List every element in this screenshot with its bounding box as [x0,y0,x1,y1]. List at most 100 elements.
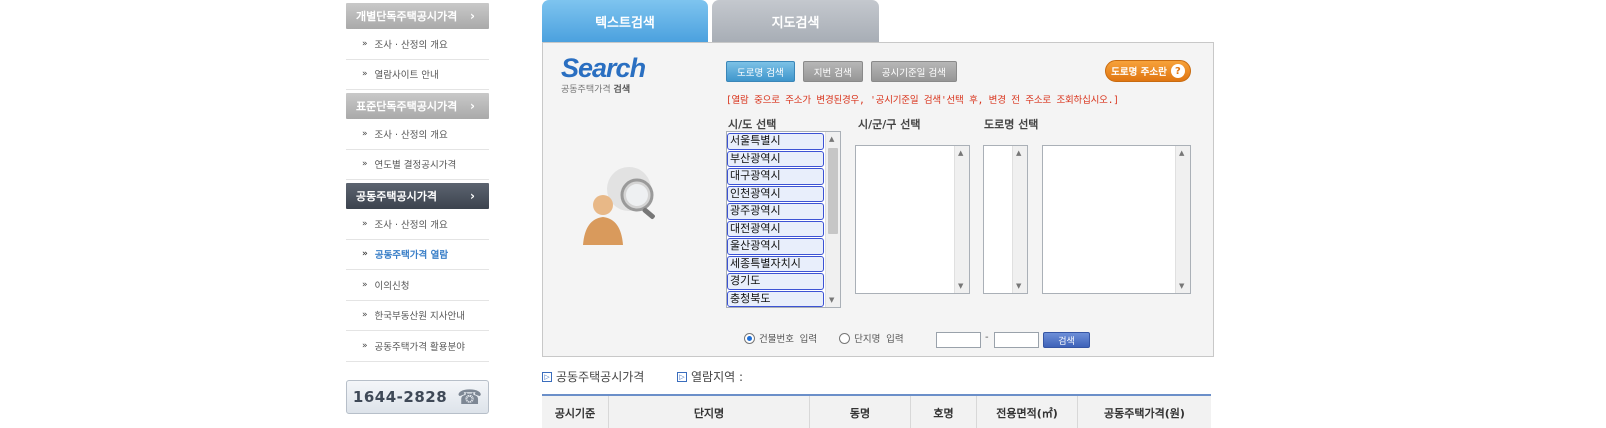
sidebar: 개별단독주택공시가격 › » 조사 · 산정의 개요 » 열람사이트 안내 표준… [346,0,489,362]
double-arrow-icon: » [362,218,368,229]
column-header-price: 공동주택가격(원) [1104,407,1185,420]
sido-option[interactable]: 대전광역시 [727,220,824,237]
sidebar-item-label: 이의신청 [374,280,410,292]
sidebar-item-apartment-price-view[interactable]: » 공동주택가격 열람 [346,240,489,270]
complex-name-label: 단지명 입력 [854,334,904,345]
double-arrow-icon: » [362,159,368,170]
road-address-help-button[interactable]: 도로명 주소란 ? [1105,60,1191,82]
search-panel: Search 공동주택가격 검색 도로명 검색 지번 검색 공시기준일 검색 도… [542,42,1214,357]
scroll-up-icon[interactable]: ▲ [958,149,963,157]
result-title: ▷ 공동주택공시가격 [542,368,644,385]
sidebar-section-standard-house[interactable]: 표준단독주택공시가격 › [346,93,489,119]
search-logo-title: Search [561,53,646,83]
sidebar-item-survey-overview[interactable]: » 조사 · 산정의 개요 [346,29,489,60]
double-arrow-icon: » [362,340,368,351]
number-separator: - [985,332,989,343]
search-logo: Search 공동주택가격 검색 [561,53,646,95]
phone-number: 1644-2828 [352,388,448,406]
road-initial-select[interactable]: ▲ ▼ [983,145,1028,294]
search-logo-subtitle-bold: 검색 [613,85,631,95]
scrollbar[interactable]: ▲ ▼ [954,146,969,293]
address-change-notice: [열람 중으로 주소가 변경된경우, '공시기준일 검색'선택 후, 변경 전 … [726,95,1119,106]
road-search-button[interactable]: 도로명 검색 [726,61,795,82]
sido-option[interactable]: 세종특별자치시 [727,255,824,272]
sido-select[interactable]: 서울특별시 부산광역시 대구광역시 인천광역시 광주광역시 대전광역시 울산광역시 세종특별자… [726,131,841,308]
building-number-label: 건물번호 입력 [759,334,818,345]
question-icon: ? [1170,64,1185,78]
scroll-down-icon[interactable]: ▼ [1179,282,1184,290]
tab-text-search[interactable]: 텍스트검색 [542,0,708,43]
double-arrow-icon: » [362,279,368,290]
building-number-radio[interactable] [744,332,755,344]
result-title-text: 공동주택공시가격 [556,370,645,384]
sido-option[interactable]: 서울특별시 [727,133,824,150]
sidebar-section-apartment[interactable]: 공동주택공시가격 › [346,183,489,209]
sido-option[interactable]: 경기도 [727,273,824,290]
scroll-down-icon[interactable]: ▼ [829,296,834,304]
scroll-up-icon[interactable]: ▲ [1016,149,1021,157]
sidebar-item-label: 연도별 결정공시가격 [374,160,457,172]
road-name-select[interactable]: ▲ ▼ [1042,145,1191,294]
sidebar-item-survey-overview[interactable]: » 조사 · 산정의 개요 [346,209,489,240]
column-header-building: 동명 [810,396,911,428]
double-arrow-icon: » [362,128,368,139]
complex-name-radio[interactable] [839,332,851,344]
sido-option[interactable]: 부산광역시 [727,150,824,167]
result-table-header: 공시기준 단지명 동명 호명 전용면적(㎡) 공동주택가격(원) [542,394,1211,428]
phone-banner: 1644-2828 ☎ [346,380,489,414]
sigungu-label: 시/군/구 선택 [858,118,921,131]
sido-option[interactable]: 광주광역시 [727,203,824,220]
sidebar-item-label: 공동주택가격 열람 [374,250,449,262]
sidebar-item-yearly-prices[interactable]: » 연도별 결정공시가격 [346,150,489,180]
column-header-unit: 호명 [911,396,977,428]
scrollbar[interactable]: ▲ ▼ [1175,146,1190,293]
sidebar-item-objection[interactable]: » 이의신청 [346,270,489,301]
sidebar-section-individual-house[interactable]: 개별단독주택공시가격 › [346,3,489,29]
scrollbar[interactable]: ▲ ▼ [825,132,840,307]
double-arrow-icon: » [362,38,368,49]
tab-map-search[interactable]: 지도검색 [712,0,879,43]
sido-options: 서울특별시 부산광역시 대구광역시 인천광역시 광주광역시 대전광역시 울산광역시 세종특별자… [727,132,824,307]
road-address-help-label: 도로명 주소란 [1111,67,1167,78]
sidebar-item-label: 공동주택가격 활용분야 [374,341,465,353]
date-search-button[interactable]: 공시기준일 검색 [870,61,957,82]
chevron-right-icon: › [470,189,475,203]
sido-label: 시/도 선택 [728,118,777,131]
sidebar-item-usage-areas[interactable]: » 공동주택가격 활용분야 [346,331,489,362]
double-arrow-icon: » [362,249,368,260]
scroll-up-icon[interactable]: ▲ [829,135,834,143]
sidebar-item-branch-guide[interactable]: » 한국부동산원 지사안내 [346,301,489,331]
telephone-icon: ☎ [457,385,483,409]
sidebar-item-label: 조사 · 산정의 개요 [374,39,448,51]
region-title: ▷ 열람지역 : [677,368,743,385]
scroll-down-icon[interactable]: ▼ [1016,282,1021,290]
chevron-right-icon: › [470,9,475,23]
sidebar-section-label: 개별단독주택공시가격 [356,10,458,23]
sidebar-item-site-guide[interactable]: » 열람사이트 안내 [346,60,489,90]
column-header-area: 전용면적(㎡) [977,396,1078,428]
sido-option[interactable]: 대구광역시 [727,168,824,185]
sigungu-select[interactable]: ▲ ▼ [855,145,970,294]
search-logo-subtitle-text: 공동주택가격 [561,85,614,95]
search-button[interactable]: 검색 [1043,332,1090,348]
scroll-down-icon[interactable]: ▼ [958,282,963,290]
sido-option[interactable]: 충청북도 [727,290,824,307]
section-bullet-icon: ▷ [542,371,552,382]
column-header-date: 공시기준 [542,396,609,428]
scroll-thumb[interactable] [828,148,838,234]
sidebar-section-label: 공동주택공시가격 [356,190,437,203]
sidebar-item-label: 한국부동산원 지사안내 [374,311,465,323]
sido-option[interactable]: 인천광역시 [727,185,824,202]
scrollbar[interactable]: ▲ ▼ [1012,146,1027,293]
chevron-right-icon: › [470,99,475,113]
sido-option[interactable]: 울산광역시 [727,238,824,255]
region-label: 열람지역 : [691,370,744,384]
building-main-number-input[interactable] [936,332,981,348]
sidebar-item-survey-overview[interactable]: » 조사 · 산정의 개요 [346,119,489,150]
page: 개별단독주택공시가격 › » 조사 · 산정의 개요 » 열람사이트 안내 표준… [0,0,1606,428]
double-arrow-icon: » [362,310,368,321]
road-label: 도로명 선택 [984,118,1039,131]
lot-search-button[interactable]: 지번 검색 [802,61,863,82]
scroll-up-icon[interactable]: ▲ [1179,149,1184,157]
building-sub-number-input[interactable] [994,332,1039,348]
